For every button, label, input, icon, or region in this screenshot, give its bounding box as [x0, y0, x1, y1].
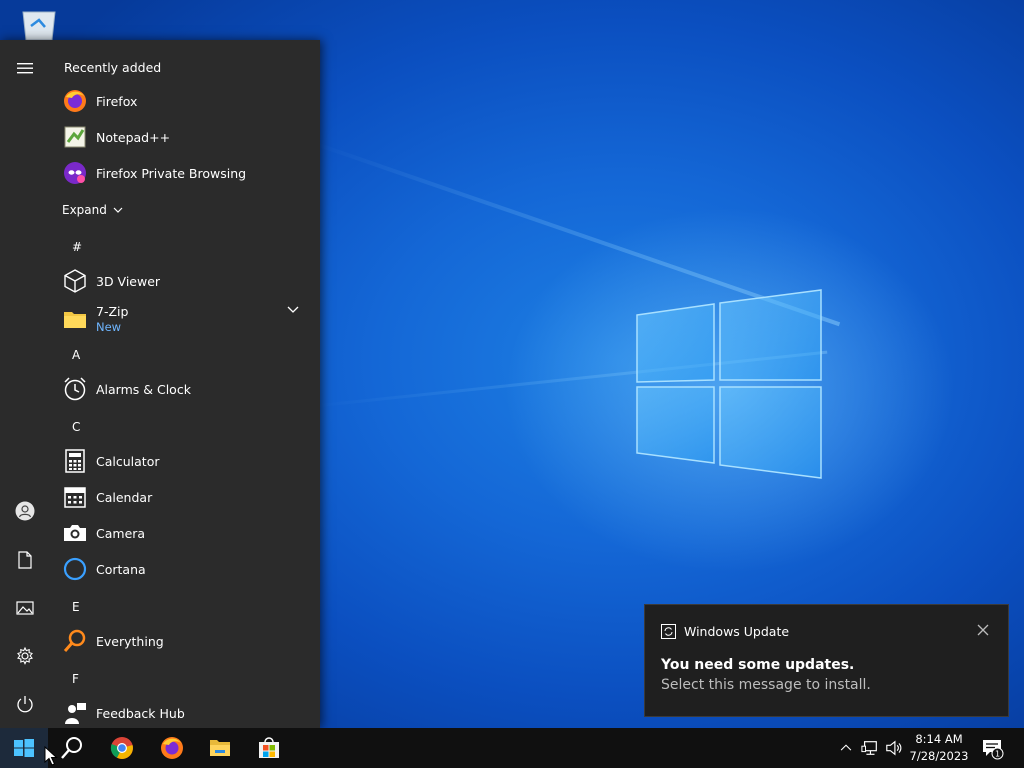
network-button[interactable] [860, 738, 880, 758]
app-calculator[interactable]: Calculator [62, 444, 312, 478]
notification-header: Windows Update [661, 624, 789, 639]
pictures-button[interactable] [0, 586, 50, 630]
hamburger-menu-button[interactable] [0, 46, 50, 90]
alarm-clock-icon [62, 376, 88, 402]
notification-count-badge: 1 [995, 750, 1000, 759]
pictures-icon [16, 601, 34, 615]
everything-search-icon [62, 628, 88, 654]
chevron-down-icon[interactable] [286, 302, 300, 316]
show-hidden-icons-button[interactable] [836, 738, 856, 758]
app-label: Camera [96, 525, 146, 541]
app-camera[interactable]: Camera [62, 516, 312, 550]
gear-icon [17, 646, 33, 665]
settings-button[interactable] [0, 634, 50, 678]
calendar-icon [62, 484, 88, 510]
windows-update-icon [661, 624, 676, 639]
app-label: 3D Viewer [96, 273, 161, 289]
microsoft-store-icon [259, 737, 279, 758]
power-icon [17, 696, 33, 713]
folder-icon [62, 306, 88, 332]
app-label: Everything [96, 633, 164, 649]
document-icon [18, 551, 32, 569]
system-clock[interactable]: 8:14 AM 7/28/2023 [908, 731, 970, 765]
letter-header-e[interactable]: E [72, 600, 80, 614]
notification-app-name: Windows Update [684, 624, 790, 639]
expand-label: Expand [62, 203, 107, 217]
hamburger-icon [17, 63, 33, 74]
user-icon [15, 501, 35, 521]
power-button[interactable] [0, 682, 50, 726]
taskbar: 8:14 AM 7/28/2023 1 [0, 728, 1024, 768]
clock-time: 8:14 AM [915, 732, 963, 746]
start-menu: Recently added Firefox Notepad++ Firefox… [0, 40, 320, 728]
letter-header-f[interactable]: F [72, 672, 79, 686]
user-account-button[interactable] [0, 489, 50, 533]
app-firefox-private[interactable]: Firefox Private Browsing [62, 156, 312, 190]
start-rail [0, 40, 50, 728]
app-label: Notepad++ [96, 129, 171, 145]
notepadpp-icon [62, 124, 88, 150]
app-notepadpp[interactable]: Notepad++ [62, 120, 312, 154]
app-label: Firefox Private Browsing [96, 165, 247, 181]
expand-button[interactable]: Expand [62, 200, 123, 220]
network-icon [861, 741, 877, 755]
volume-button[interactable] [884, 738, 904, 758]
store-taskbar-button[interactable] [245, 728, 293, 768]
cortana-icon [62, 556, 88, 582]
volume-icon [886, 740, 902, 756]
app-calendar[interactable]: Calendar [62, 480, 312, 514]
app-7zip[interactable]: 7-Zip New [62, 300, 312, 338]
app-label: Firefox [96, 93, 138, 109]
windows-logo-wallpaper [636, 289, 822, 479]
action-center-button[interactable]: 1 [980, 736, 1004, 760]
new-badge: New [96, 320, 122, 334]
calculator-icon [62, 448, 88, 474]
notification-icon: 1 [983, 740, 1004, 760]
letter-header-hash[interactable]: # [72, 240, 82, 254]
app-feedback-hub[interactable]: Feedback Hub [62, 696, 312, 730]
notification-body: Select this message to install. [661, 677, 871, 693]
windows-start-icon [14, 739, 34, 757]
app-list: Recently added Firefox Notepad++ Firefox… [50, 40, 320, 728]
3d-viewer-icon [62, 268, 88, 294]
close-icon[interactable] [976, 623, 990, 637]
app-label: Alarms & Clock [96, 381, 191, 397]
recently-added-header: Recently added [64, 60, 162, 75]
file-explorer-icon [210, 740, 230, 756]
file-explorer-taskbar-button[interactable] [196, 728, 244, 768]
clock-date: 7/28/2023 [909, 749, 969, 763]
feedback-hub-icon [62, 700, 88, 726]
app-label: Calendar [96, 489, 153, 505]
chevron-up-icon [840, 744, 852, 751]
notification-title: You need some updates. [661, 657, 855, 673]
app-3d-viewer[interactable]: 3D Viewer [62, 264, 312, 298]
app-label: Cortana [96, 561, 146, 577]
app-label: Feedback Hub [96, 705, 185, 721]
search-icon [61, 737, 82, 759]
chrome-taskbar-button[interactable] [98, 728, 146, 768]
letter-header-c[interactable]: C [72, 420, 80, 434]
camera-icon [62, 520, 88, 546]
app-alarms-clock[interactable]: Alarms & Clock [62, 372, 312, 406]
app-everything[interactable]: Everything [62, 624, 312, 658]
firefox-icon [62, 88, 88, 114]
start-button[interactable] [0, 728, 48, 768]
chrome-icon [110, 737, 133, 759]
app-label: 7-Zip [96, 304, 129, 319]
windows-update-notification[interactable]: Windows Update You need some updates. Se… [644, 604, 1009, 717]
app-cortana[interactable]: Cortana [62, 552, 312, 586]
firefox-private-icon [62, 160, 88, 186]
firefox-icon [161, 737, 183, 759]
recycle-bin-icon[interactable] [18, 6, 60, 40]
firefox-taskbar-button[interactable] [148, 728, 196, 768]
chevron-down-icon [113, 207, 123, 213]
mouse-cursor [44, 746, 58, 766]
documents-button[interactable] [0, 538, 50, 582]
app-label: Calculator [96, 453, 160, 469]
app-firefox[interactable]: Firefox [62, 84, 312, 118]
letter-header-a[interactable]: A [72, 348, 80, 362]
